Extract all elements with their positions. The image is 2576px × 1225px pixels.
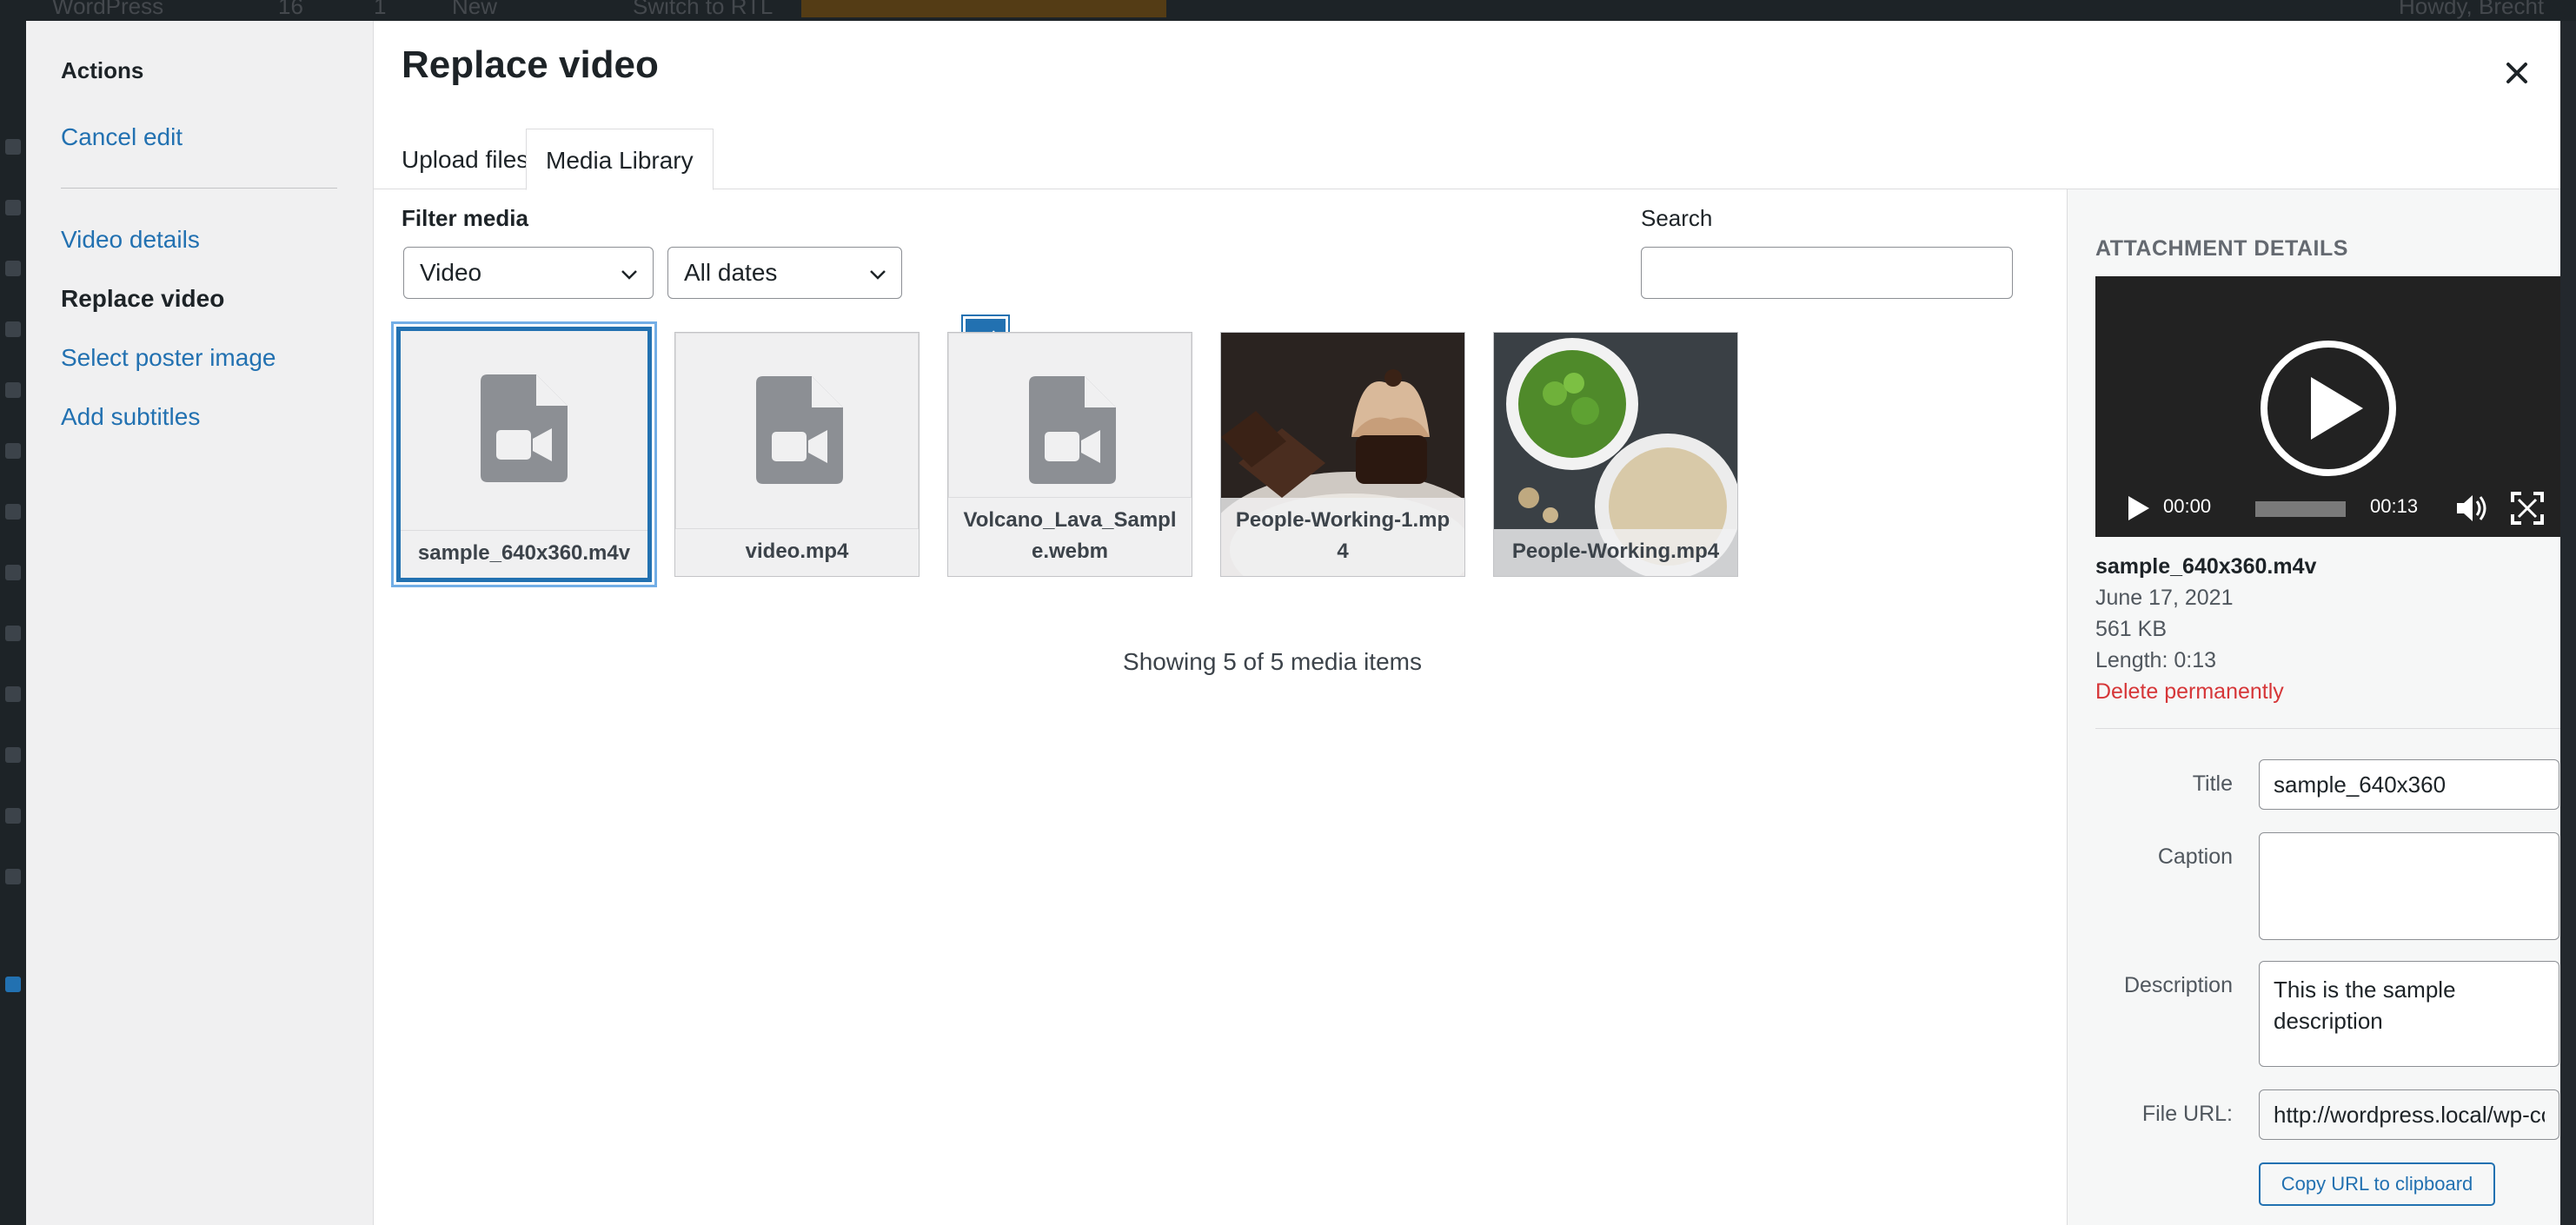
admin-menu-icon[interactable] [5,565,21,580]
attachment-thumbnail[interactable]: sample_640x360.m4v [396,327,652,582]
attachment-length: Length: 0:13 [2095,648,2217,672]
media-type-value: Video [420,259,482,286]
cancel-edit-link[interactable]: Cancel edit [61,123,183,151]
title-label: Title [2192,771,2233,796]
close-button[interactable] [2496,52,2538,94]
admin-menu-icon[interactable] [5,139,21,155]
menu-item-add-subtitles[interactable]: Add subtitles [61,403,200,431]
admin-menu-icon[interactable] [5,869,21,884]
video-player[interactable]: 00:00 00:13 [2095,276,2560,537]
caption-label: Caption [2157,844,2233,869]
media-date-value: All dates [684,259,778,286]
admin-menu-icon[interactable] [5,382,21,398]
tab-upload-files[interactable]: Upload files [382,129,548,190]
attachment-details-heading: ATTACHMENT DETAILS [2095,236,2348,261]
menu-item-replace-video[interactable]: Replace video [61,285,224,313]
delete-permanently-link[interactable]: Delete permanently [2095,679,2284,705]
admin-bar-comments[interactable]: 1 [374,0,386,20]
admin-bar-site-name[interactable]: WordPress [52,0,163,20]
attachment-thumbnail[interactable]: People-Working-1.mp4 [1220,332,1465,577]
attachment-filename: sample_640x360.m4v [2095,554,2317,579]
volume-icon[interactable] [2455,493,2490,523]
file-url-input[interactable] [2259,1089,2559,1140]
chevron-down-icon [870,270,886,280]
media-frame-menu: Actions Cancel edit Video details Replac… [26,21,374,1225]
media-library-content: Filter media Video All dates Search samp… [374,189,2067,1225]
menu-item-select-poster[interactable]: Select poster image [61,344,276,372]
admin-menu-icon[interactable] [5,443,21,459]
play-icon[interactable] [2127,495,2151,521]
attachment-filename: People-Working-1.mp4 [1221,498,1464,576]
attachment-thumbnail[interactable]: video.mp4 [674,332,920,577]
admin-menu-strip [0,21,26,1225]
current-time: 00:00 [2163,495,2212,517]
admin-menu-icon[interactable] [5,321,21,337]
video-file-icon [756,376,843,484]
description-label: Description [2123,973,2233,997]
menu-item-video-details[interactable]: Video details [61,226,200,254]
attachment-filename: video.mp4 [675,528,919,576]
admin-menu-icon[interactable] [5,504,21,520]
attachment-thumbnail[interactable]: Volcano_Lava_Sample.webm [947,332,1192,577]
tab-media-library[interactable]: Media Library [526,129,714,190]
search-label: Search [1641,205,1713,231]
filter-media-label: Filter media [402,205,528,231]
attachment-filename: Volcano_Lava_Sample.webm [948,497,1192,576]
attachment-size: 561 KB [2095,617,2168,641]
admin-menu-icon[interactable] [5,626,21,641]
admin-menu-icon-active[interactable] [5,977,21,992]
media-router: Upload files Media Library [374,108,2560,190]
admin-menu-icon[interactable] [5,747,21,763]
menu-heading: Actions [61,57,144,83]
admin-bar-new[interactable]: New [452,0,497,20]
attachment-thumbnail[interactable]: People-Working.mp4 [1493,332,1738,577]
admin-menu-icon[interactable] [5,200,21,215]
attachment-filename: People-Working.mp4 [1494,529,1737,576]
video-file-icon [481,374,568,482]
video-file-icon [1029,376,1116,484]
close-icon [2506,63,2527,83]
admin-menu-icon[interactable] [5,261,21,276]
menu-separator [61,188,337,189]
duration-time: 00:13 [2370,495,2419,517]
attachment-details-sidebar: ATTACHMENT DETAILS 00:00 00:13 sample_64… [2067,189,2560,1225]
admin-menu-icon[interactable] [5,808,21,824]
search-input[interactable] [1641,247,2013,299]
fullscreen-icon[interactable] [2511,492,2544,525]
wp-admin-bar: WordPress 16 1 New Switch to RTL Howdy, … [0,0,2576,21]
progress-rail[interactable] [2255,501,2346,517]
frame-title: Replace video [402,43,659,86]
copy-url-button[interactable]: Copy URL to clipboard [2259,1162,2495,1206]
big-play-icon[interactable] [2257,337,2400,480]
description-textarea[interactable]: This is the sample description [2259,961,2559,1067]
media-date-select[interactable]: All dates [667,247,902,299]
caption-textarea[interactable] [2259,832,2559,940]
admin-bar-query-monitor[interactable] [801,0,1166,17]
admin-bar-updates[interactable]: 16 [278,0,303,20]
media-modal: Actions Cancel edit Video details Replac… [26,21,2560,1225]
media-type-select[interactable]: Video [403,247,654,299]
title-input[interactable] [2259,759,2559,810]
admin-bar-greeting[interactable]: Howdy, Brecht [2399,0,2544,20]
attachment-filename: sample_640x360.m4v [401,530,647,578]
admin-menu-icon[interactable] [5,686,21,702]
attachment-date: June 17, 2021 [2095,586,2234,610]
admin-bar-rtl[interactable]: Switch to RTL [633,0,773,20]
details-separator [2095,728,2560,729]
file-url-label: File URL: [2141,1102,2233,1126]
media-count-status: Showing 5 of 5 media items [1123,648,1422,675]
chevron-down-icon [621,270,637,280]
